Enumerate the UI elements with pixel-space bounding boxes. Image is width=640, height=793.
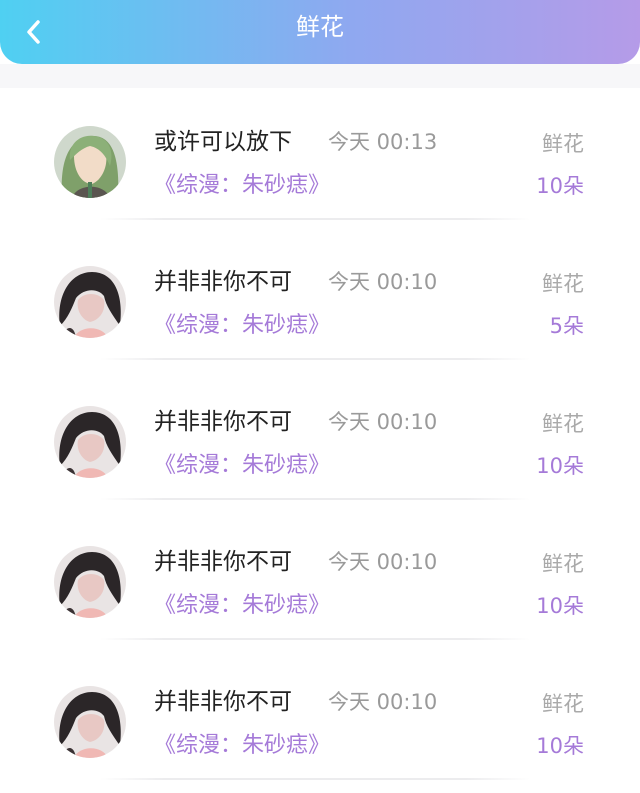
flower-record-row[interactable]: 并非非你不可 今天 00:10 《综漫：朱砂痣》 鲜花 10朵 [0,508,640,648]
app-header: 鲜花 [0,0,640,64]
flower-record-row[interactable]: 并非非你不可 今天 00:10 《综漫：朱砂痣》 鲜花 5朵 [0,228,640,368]
user-avatar[interactable] [54,686,126,758]
record-time: 今天 00:10 [328,410,438,434]
gift-count: 10朵 [536,454,584,478]
user-avatar[interactable] [54,126,126,198]
row-divider [100,218,530,220]
user-avatar[interactable] [54,406,126,478]
user-avatar[interactable] [54,266,126,338]
gift-type: 鲜花 [542,552,584,576]
page-title: 鲜花 [296,13,344,41]
record-time: 今天 00:10 [328,690,438,714]
row-divider [100,778,530,780]
user-name: 并非非你不可 [154,269,292,295]
flower-record-row[interactable]: 并非非你不可 今天 00:10 《综漫：朱砂痣》 鲜花 10朵 [0,648,640,788]
work-title-link[interactable]: 《综漫：朱砂痣》 [154,310,330,342]
work-title-link[interactable]: 《综漫：朱砂痣》 [154,590,330,622]
flower-record-row[interactable]: 并非非你不可 今天 00:10 《综漫：朱砂痣》 鲜花 10朵 [0,368,640,508]
user-name: 并非非你不可 [154,549,292,575]
user-name: 或许可以放下 [154,129,292,155]
header-gap [0,64,640,88]
user-name: 并非非你不可 [154,689,292,715]
gift-count: 10朵 [536,174,584,198]
gift-count: 10朵 [536,734,584,758]
user-avatar[interactable] [54,546,126,618]
gift-type: 鲜花 [542,272,584,296]
flower-record-row[interactable]: 或许可以放下 今天 00:13 《综漫：朱砂痣》 鲜花 10朵 [0,88,640,228]
record-time: 今天 00:10 [328,270,438,294]
work-title-link[interactable]: 《综漫：朱砂痣》 [154,730,330,762]
row-divider [100,498,530,500]
record-time: 今天 00:13 [328,130,438,154]
work-title-link[interactable]: 《综漫：朱砂痣》 [154,450,330,482]
user-name: 并非非你不可 [154,409,292,435]
gift-count: 5朵 [549,314,584,338]
gift-type: 鲜花 [542,692,584,716]
gift-count: 10朵 [536,594,584,618]
flower-record-list: 或许可以放下 今天 00:13 《综漫：朱砂痣》 鲜花 10朵 并非非你不可 今… [0,88,640,788]
work-title-link[interactable]: 《综漫：朱砂痣》 [154,170,330,202]
row-divider [100,358,530,360]
gift-type: 鲜花 [542,132,584,156]
record-time: 今天 00:10 [328,550,438,574]
row-divider [100,638,530,640]
gift-type: 鲜花 [542,412,584,436]
